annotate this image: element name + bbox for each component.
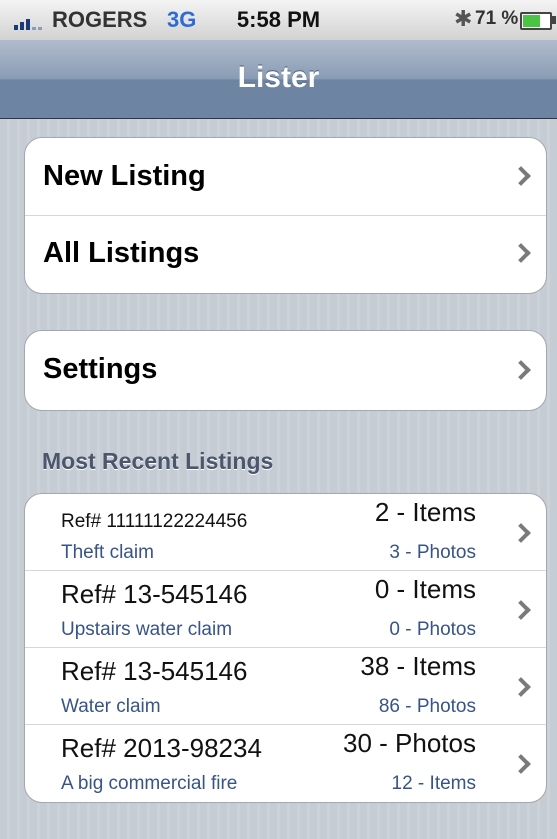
settings-cell[interactable]: Settings (25, 331, 546, 410)
main-menu-group: New Listing All Listings (24, 137, 547, 294)
chevron-right-icon (511, 754, 531, 774)
listing-description: A big commercial fire (61, 773, 238, 794)
listing-count-primary: 0 - Items (374, 574, 476, 604)
listing-count-primary: 2 - Items (374, 497, 476, 527)
battery-level (523, 15, 540, 27)
listing-row[interactable]: Ref# 2013-98234 30 - Photos A big commer… (25, 725, 546, 802)
bluetooth-icon: ✱ (454, 6, 473, 31)
recent-listings-group: Ref# 11111122224456 2 - Items Theft clai… (24, 493, 547, 803)
listing-ref: Ref# 2013-98234 (61, 733, 262, 763)
chevron-right-icon (511, 523, 531, 543)
chevron-right-icon (511, 166, 531, 186)
new-listing-cell[interactable]: New Listing (25, 138, 546, 216)
listing-description: Upstairs water claim (61, 619, 233, 640)
status-bar: ROGERS 3G 5:58 PM ✱ 71 % (0, 0, 557, 41)
chevron-right-icon (511, 677, 531, 697)
listing-description: Theft claim (61, 542, 154, 563)
navigation-bar: Lister (0, 40, 557, 119)
listing-count-primary: 30 - Photos (343, 728, 476, 758)
listing-count-secondary: 86 - Photos (378, 696, 476, 717)
listing-count-secondary: 12 - Items (391, 773, 476, 794)
chevron-right-icon (511, 243, 531, 263)
settings-label: Settings (43, 353, 158, 385)
listing-count-secondary: 0 - Photos (389, 619, 476, 640)
chevron-right-icon (511, 600, 531, 620)
battery-percent: 71 % (475, 8, 519, 29)
page-title: Lister (237, 61, 320, 94)
listing-description: Water claim (61, 696, 161, 717)
listing-count-primary: 38 - Items (360, 651, 476, 681)
all-listings-label: All Listings (43, 237, 200, 269)
all-listings-cell[interactable]: All Listings (25, 216, 546, 293)
status-time: 5:58 PM (236, 7, 321, 32)
listing-count-secondary: 3 - Photos (389, 542, 476, 563)
battery-tip (552, 16, 556, 24)
chevron-right-icon (511, 360, 531, 380)
listing-row[interactable]: Ref# 11111122224456 2 - Items Theft clai… (25, 494, 546, 571)
new-listing-label: New Listing (43, 160, 206, 192)
settings-group: Settings (24, 330, 547, 411)
battery-icon (520, 12, 552, 30)
listing-row[interactable]: Ref# 13-545146 0 - Items Upstairs water … (25, 571, 546, 648)
listing-row[interactable]: Ref# 13-545146 38 - Items Water claim 86… (25, 648, 546, 725)
listing-ref: Ref# 11111122224456 (61, 511, 248, 532)
listing-ref: Ref# 13-545146 (61, 656, 248, 686)
section-header-recent: Most Recent Listings (42, 448, 274, 474)
listing-ref: Ref# 13-545146 (61, 579, 248, 609)
